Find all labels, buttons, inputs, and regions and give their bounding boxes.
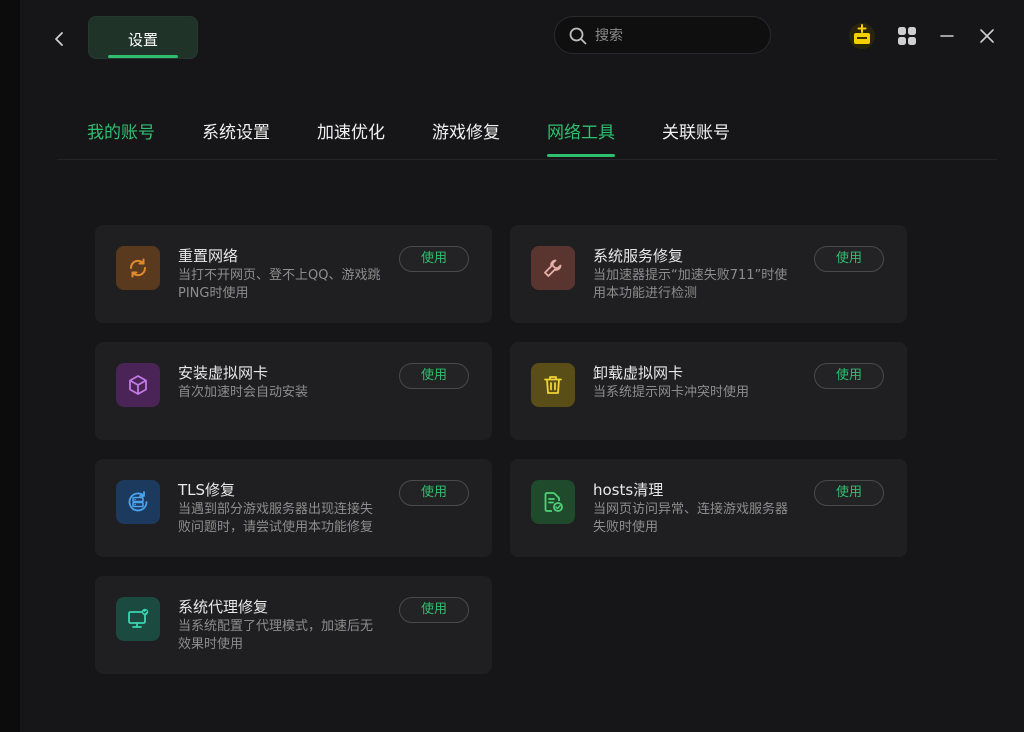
tool-description: 当遇到部分游戏服务器出现连接失败问题时，请尝试使用本功能修复 — [178, 502, 374, 535]
active-tab-underline — [547, 154, 615, 157]
cube-icon — [129, 375, 147, 395]
search-icon — [569, 27, 587, 45]
gift-plus-icon — [849, 23, 875, 49]
use-button[interactable]: 使用 — [814, 246, 884, 272]
tool-card-uninstall-virtual-nic: 卸载虚拟网卡 当系统提示网卡冲突时使用 使用 — [510, 342, 907, 440]
tab-my-account[interactable]: 我的账号 — [87, 118, 155, 143]
tab-system-settings[interactable]: 系统设置 — [202, 118, 270, 143]
title-tab-settings[interactable]: 设置 — [88, 16, 198, 59]
chevron-left-icon — [55, 32, 63, 46]
title-tab-underline — [108, 55, 178, 58]
tool-name: 系统服务修复 — [593, 247, 684, 265]
window-left-edge — [0, 0, 20, 732]
tab-linked-accounts[interactable]: 关联账号 — [662, 118, 730, 143]
refresh-icon — [129, 258, 147, 278]
title-tab-label: 设置 — [127, 31, 158, 49]
tool-name: 系统代理修复 — [178, 598, 269, 616]
trash-icon — [544, 376, 562, 394]
use-button[interactable]: 使用 — [814, 363, 884, 389]
tab-label: 游戏修复 — [432, 123, 500, 143]
tool-description: 当网页访问异常、连接游戏服务器失败时使用 — [593, 502, 789, 535]
use-button[interactable]: 使用 — [814, 480, 884, 506]
settings-window: 设置 搜索 我的账号 系统设置 加速优化 游戏修复 网络工具 关联账号 重置网络… — [20, 0, 1024, 732]
close-button[interactable] — [978, 27, 996, 45]
tool-card-hosts-clean: hosts清理 当网页访问异常、连接游戏服务器失败时使用 使用 — [510, 459, 907, 557]
use-button[interactable]: 使用 — [399, 597, 469, 623]
tab-label: 系统设置 — [202, 123, 270, 143]
tab-label: 加速优化 — [317, 123, 385, 143]
nav-divider — [57, 159, 997, 160]
tool-description: 当系统提示网卡冲突时使用 — [593, 385, 750, 400]
tool-card-tls-repair: TLS修复 当遇到部分游戏服务器出现连接失败问题时，请尝试使用本功能修复 使用 — [95, 459, 492, 557]
minimize-button[interactable] — [938, 26, 956, 46]
search-box[interactable] — [554, 16, 771, 54]
server-refresh-icon — [128, 491, 148, 512]
tool-card-system-service-repair: 系统服务修复 当加速器提示“加速失败711”时使用本功能进行检测 使用 — [510, 225, 907, 323]
grid-icon — [898, 27, 916, 45]
search-input[interactable] — [593, 25, 757, 47]
tool-name: TLS修复 — [178, 481, 236, 499]
tool-description: 当加速器提示“加速失败711”时使用本功能进行检测 — [593, 268, 788, 301]
gift-button[interactable] — [848, 22, 876, 50]
tool-icon-box — [116, 246, 160, 290]
use-button[interactable]: 使用 — [399, 480, 469, 506]
tool-name: 卸载虚拟网卡 — [593, 364, 684, 382]
tool-name: 安装虚拟网卡 — [178, 364, 269, 382]
tool-name: 重置网络 — [178, 247, 239, 265]
tool-card-system-proxy-repair: 系统代理修复 当系统配置了代理模式，加速后无效果时使用 使用 — [95, 576, 492, 674]
tab-network-tools[interactable]: 网络工具 — [547, 118, 615, 157]
file-clean-icon — [544, 492, 563, 512]
tab-label: 网络工具 — [547, 123, 615, 143]
back-button[interactable] — [50, 28, 70, 50]
tool-card-reset-network: 重置网络 当打不开网页、登不上QQ、游戏跳PING时使用 使用 — [95, 225, 492, 323]
tool-icon-box — [531, 480, 575, 524]
tool-card-install-virtual-nic: 安装虚拟网卡 首次加速时会自动安装 使用 — [95, 342, 492, 440]
use-button[interactable]: 使用 — [399, 363, 469, 389]
tab-label: 关联账号 — [662, 123, 730, 143]
tool-icon-box — [116, 363, 160, 407]
minimize-icon — [940, 35, 954, 37]
tool-description: 当系统配置了代理模式，加速后无效果时使用 — [178, 619, 374, 652]
tab-label: 我的账号 — [87, 123, 155, 143]
apps-button[interactable] — [897, 26, 917, 46]
tool-description: 首次加速时会自动安装 — [178, 385, 309, 400]
tab-game-repair[interactable]: 游戏修复 — [432, 118, 500, 143]
tool-icon-box — [531, 246, 575, 290]
tool-icon-box — [531, 363, 575, 407]
tab-acceleration[interactable]: 加速优化 — [317, 118, 385, 143]
close-icon — [980, 29, 994, 43]
tool-description: 当打不开网页、登不上QQ、游戏跳PING时使用 — [178, 268, 381, 301]
tool-icon-box — [116, 480, 160, 524]
use-button[interactable]: 使用 — [399, 246, 469, 272]
monitor-icon — [128, 608, 149, 628]
tool-name: hosts清理 — [593, 481, 664, 499]
wrench-icon — [544, 259, 562, 277]
tool-icon-box — [116, 597, 160, 641]
